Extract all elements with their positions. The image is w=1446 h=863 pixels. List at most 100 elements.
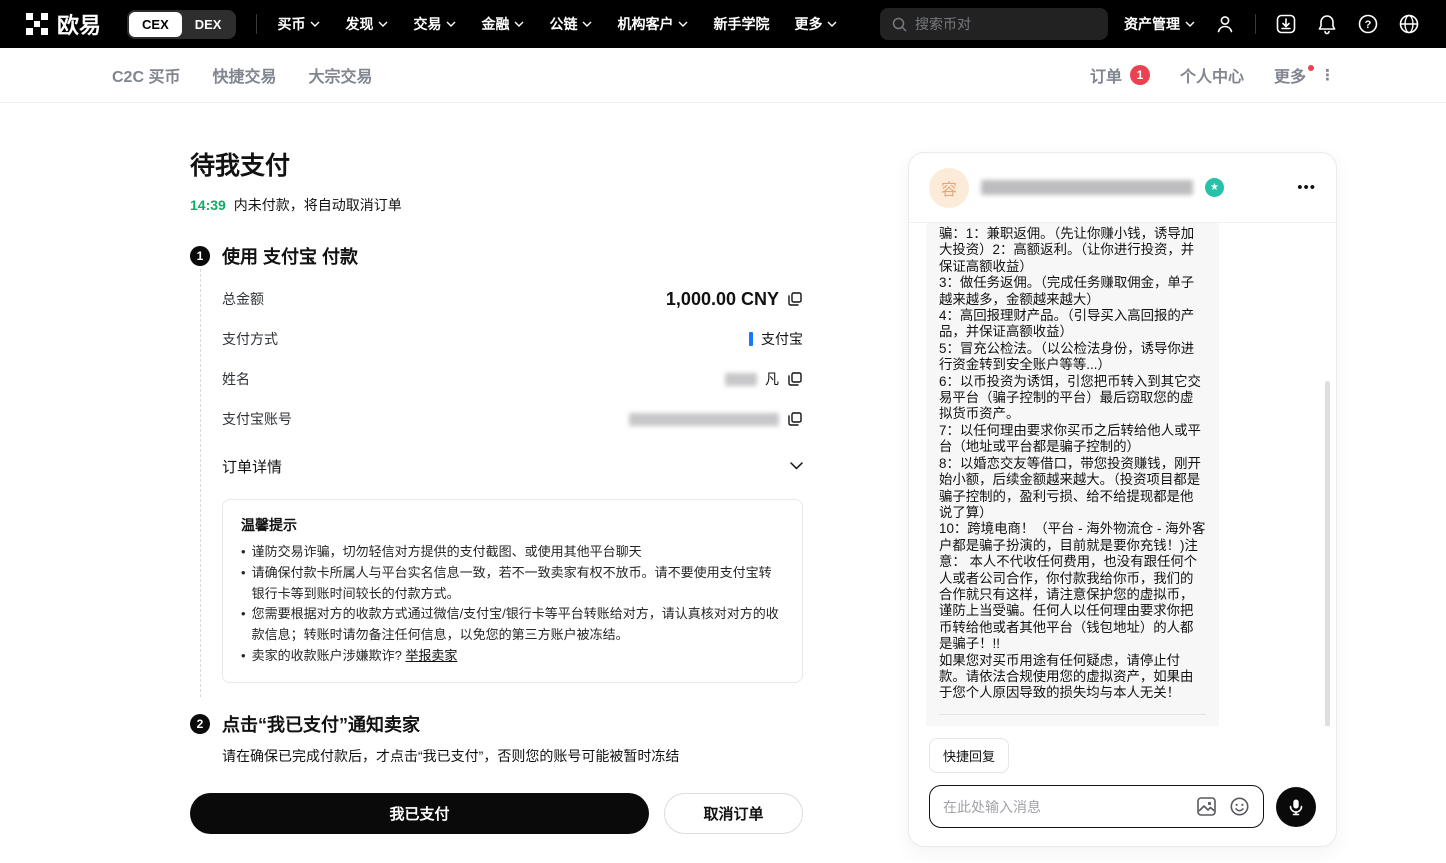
cancel-order-button[interactable]: 取消订单 <box>664 793 803 834</box>
copy-icon[interactable] <box>787 291 803 307</box>
redacted-merchant-name <box>981 180 1193 195</box>
search-placeholder: 搜索币对 <box>915 14 971 34</box>
menu-more[interactable]: 更多 <box>794 14 837 34</box>
microphone-icon <box>1287 798 1305 816</box>
chat-header: 容 ★ ••• <box>909 153 1336 223</box>
chat-panel: 容 ★ ••• 骗：1：兼职返佣。（先让你赚小钱，诱导加大投资）2：高额返利。（… <box>908 152 1337 847</box>
chat-scrollbar[interactable] <box>1325 381 1330 726</box>
step2-subtitle: 请在确保已完成付款后，才点击“我已支付”，否则您的账号可能被暂时冻结 <box>222 746 803 766</box>
tip-item: •请确保付款卡所属人与平台实名信息一致，若不一致卖家有权不放币。请不要使用支付宝… <box>241 563 784 605</box>
menu-discover[interactable]: 发现 <box>345 14 388 34</box>
order-payment-panel: 待我支付 14:39 内未付款，将自动取消订单 1 使用 支付宝 付款 总金额 … <box>190 146 803 834</box>
tip-item: •谨防交易诈骗，切勿轻信对方提供的支付截图、或使用其他平台聊天 <box>241 542 784 563</box>
c2c-subnav: C2C 买币 快捷交易 大宗交易 订单 1 个人中心 更多 ⋮ <box>0 48 1446 103</box>
step1-badge: 1 <box>190 246 210 266</box>
alipay-account-row: 支付宝账号 <box>222 399 803 439</box>
menu-finance[interactable]: 金融 <box>481 14 524 34</box>
emoji-icon[interactable] <box>1229 796 1250 817</box>
chevron-down-icon <box>827 21 837 27</box>
notification-dot <box>1308 65 1314 71</box>
chevron-down-icon <box>514 21 524 27</box>
assets-menu[interactable]: 资产管理 <box>1124 14 1195 34</box>
menu-academy[interactable]: 新手学院 <box>713 14 769 34</box>
bubble-divider <box>939 714 1206 715</box>
step1-header: 1 使用 支付宝 付款 <box>190 243 803 269</box>
okx-logo-icon <box>26 13 48 35</box>
chat-menu-icon[interactable]: ••• <box>1297 179 1316 196</box>
tips-box: 温馨提示 •谨防交易诈骗，切勿轻信对方提供的支付截图、或使用其他平台聊天 •请确… <box>222 499 803 683</box>
okx-logo[interactable]: 欧易 <box>26 8 101 40</box>
merchant-message-text: 骗：1：兼职返佣。（先让你赚小钱，诱导加大投资）2：高额返利。（让你进行投资，并… <box>939 226 1206 702</box>
menu-trade[interactable]: 交易 <box>413 14 456 34</box>
help-icon[interactable]: ? <box>1357 13 1379 35</box>
subnav-c2c-buy[interactable]: C2C 买币 <box>112 63 180 87</box>
chevron-down-icon <box>678 21 688 27</box>
subnav-block-trade[interactable]: 大宗交易 <box>308 63 372 87</box>
nav-divider <box>1255 14 1256 34</box>
countdown-line: 14:39 内未付款，将自动取消订单 <box>190 195 803 215</box>
voice-message-button[interactable] <box>1276 787 1316 827</box>
report-seller-link[interactable]: 举报卖家 <box>405 648 457 663</box>
auto-message-note: 此消息由商家默认发送 <box>939 724 1206 726</box>
menu-institutional[interactable]: 机构客户 <box>617 14 688 34</box>
chevron-down-icon <box>446 21 456 27</box>
download-app-icon[interactable] <box>1275 13 1297 35</box>
chevron-down-icon <box>310 21 320 27</box>
notification-bell-icon[interactable] <box>1316 13 1338 35</box>
chevron-down-icon <box>1185 21 1195 27</box>
name-visible-char: 凡 <box>765 369 779 389</box>
verified-badge-icon: ★ <box>1205 178 1224 197</box>
orders-count-badge: 1 <box>1130 65 1150 85</box>
payee-name-row: 姓名 凡 <box>222 359 803 399</box>
subnav-express[interactable]: 快捷交易 <box>212 63 276 87</box>
toggle-cex[interactable]: CEX <box>129 12 182 37</box>
toggle-dex[interactable]: DEX <box>182 12 235 37</box>
step2-header: 2 点击“我已支付”通知卖家 <box>190 711 803 737</box>
alipay-icon <box>749 332 753 346</box>
step1-body: 总金额 1,000.00 CNY 支付方式 支付宝 姓名 凡 支付宝账号 <box>200 269 803 697</box>
order-details-toggle[interactable]: 订单详情 <box>222 443 803 489</box>
kebab-menu-icon[interactable]: ⋮ <box>1320 66 1334 84</box>
copy-icon[interactable] <box>787 411 803 427</box>
svg-text:?: ? <box>1365 19 1372 31</box>
menu-chain[interactable]: 公链 <box>549 14 592 34</box>
chevron-down-icon <box>378 21 388 27</box>
copy-icon[interactable] <box>787 371 803 387</box>
brand-name: 欧易 <box>57 8 101 40</box>
redacted-name <box>725 373 757 386</box>
tip-item: •卖家的收款账户涉嫌欺诈? 举报卖家 <box>241 646 784 667</box>
image-upload-icon[interactable] <box>1196 796 1217 817</box>
tip-item: •您需要根据对方的收款方式通过微信/支付宝/银行卡等平台转账给对方，请认真核对对… <box>241 604 784 646</box>
chevron-down-icon <box>582 21 592 27</box>
merchant-message-bubble: 骗：1：兼职返佣。（先让你赚小钱，诱导加大投资）2：高额返利。（让你进行投资，并… <box>926 223 1219 726</box>
tips-title: 温馨提示 <box>241 515 784 535</box>
menu-buy-crypto[interactable]: 买币 <box>277 14 320 34</box>
search-icon <box>892 17 907 32</box>
chevron-down-icon <box>790 462 803 470</box>
language-globe-icon[interactable] <box>1398 13 1420 35</box>
message-input-box[interactable] <box>929 785 1264 828</box>
cex-dex-toggle[interactable]: CEX DEX <box>127 10 236 39</box>
countdown-timer: 14:39 <box>190 197 226 213</box>
top-navbar: 欧易 CEX DEX 买币 发现 交易 金融 公链 机构客户 新手学院 更多 搜… <box>0 0 1446 48</box>
redacted-account <box>629 413 779 426</box>
paid-button[interactable]: 我已支付 <box>190 793 649 834</box>
nav-divider <box>256 14 257 34</box>
search-input[interactable]: 搜索币对 <box>880 8 1108 40</box>
payment-method: 支付宝 <box>761 329 803 349</box>
user-icon[interactable] <box>1214 13 1236 35</box>
amount-row: 总金额 1,000.00 CNY <box>222 279 803 319</box>
quick-reply-button[interactable]: 快捷回复 <box>929 738 1009 773</box>
subnav-more[interactable]: 更多 ⋮ <box>1274 63 1334 87</box>
main-menu: 买币 发现 交易 金融 公链 机构客户 新手学院 更多 <box>277 14 837 34</box>
merchant-avatar: 容 <box>929 168 969 208</box>
step2-badge: 2 <box>190 714 210 734</box>
message-input[interactable] <box>943 799 1184 815</box>
total-amount: 1,000.00 CNY <box>666 289 779 310</box>
chat-message-list[interactable]: 骗：1：兼职返佣。（先让你赚小钱，诱导加大投资）2：高额返利。（让你进行投资，并… <box>909 223 1336 726</box>
subnav-profile[interactable]: 个人中心 <box>1180 63 1244 87</box>
payment-method-row: 支付方式 支付宝 <box>222 319 803 359</box>
subnav-orders[interactable]: 订单 1 <box>1090 63 1150 87</box>
page-title: 待我支付 <box>190 146 803 182</box>
chat-footer: 快捷回复 <box>909 726 1336 846</box>
